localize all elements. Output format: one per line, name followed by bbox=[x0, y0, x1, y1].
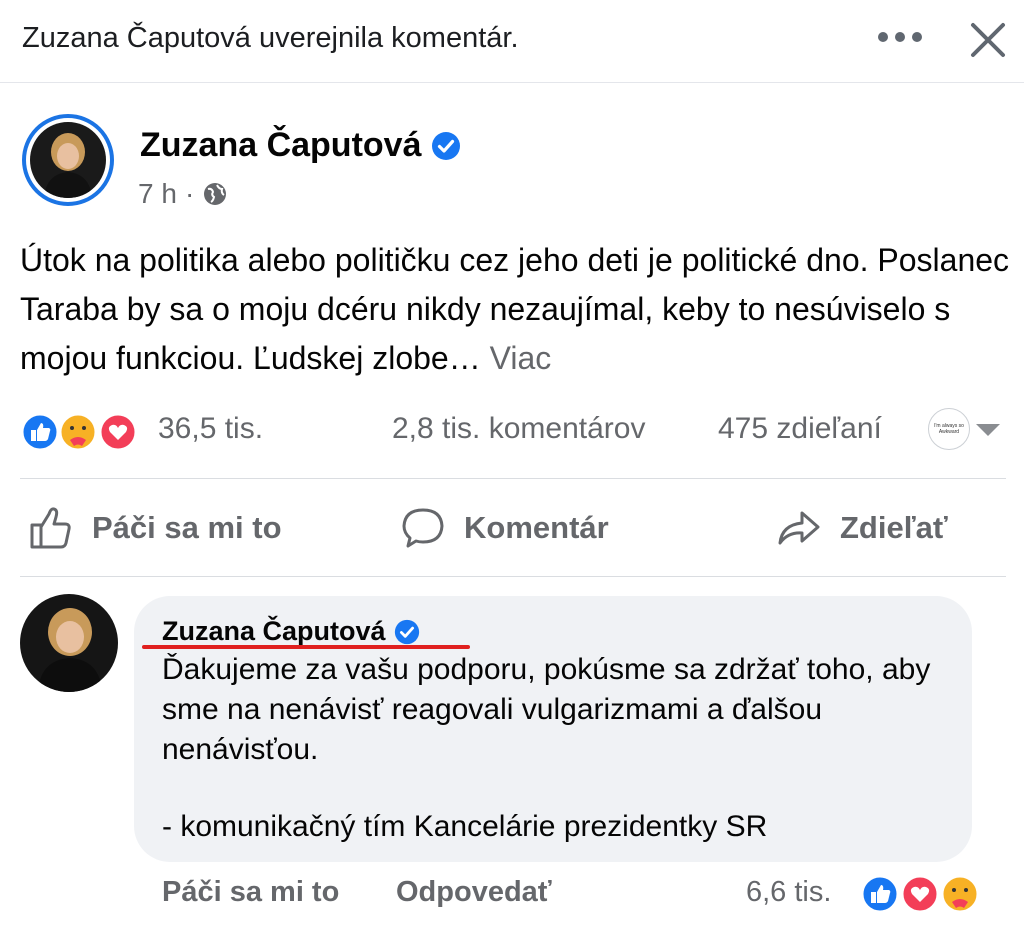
meta-separator: · bbox=[184, 178, 195, 209]
post-author[interactable]: Zuzana Čaputová bbox=[140, 126, 461, 165]
page-title: Zuzana Čaputová uverejnila komentár. bbox=[22, 22, 519, 54]
comment-label: Komentár bbox=[464, 510, 609, 545]
post-meta: 7 h · bbox=[138, 178, 228, 210]
author-avatar[interactable] bbox=[22, 114, 114, 206]
see-more-link[interactable]: Viac bbox=[490, 340, 552, 376]
like-button[interactable]: Páči sa mi to bbox=[28, 500, 282, 556]
comment-author-avatar[interactable] bbox=[20, 594, 118, 692]
post-time[interactable]: 7 h bbox=[138, 178, 177, 210]
comment-text: Ďakujeme za vašu podporu, pokúsme sa zdr… bbox=[162, 653, 931, 766]
avatar-photo bbox=[20, 594, 118, 692]
care-reaction-icon bbox=[58, 412, 98, 452]
comment-reply-button[interactable]: Odpovedať bbox=[396, 876, 552, 909]
comment-reaction-icons[interactable] bbox=[860, 872, 984, 916]
post-body: Útok na politika alebo političku cez jeh… bbox=[20, 236, 1010, 383]
divider bbox=[20, 478, 1006, 479]
verified-badge-icon bbox=[394, 619, 419, 644]
comment-like-button[interactable]: Páči sa mi to bbox=[162, 876, 339, 909]
share-label: Zdieľať bbox=[840, 510, 948, 545]
reactions-count[interactable]: 36,5 tis. bbox=[158, 412, 263, 446]
close-icon[interactable] bbox=[968, 20, 1008, 60]
globe-icon bbox=[204, 183, 227, 205]
author-name[interactable]: Zuzana Čaputová bbox=[140, 126, 421, 165]
chevron-down-icon[interactable] bbox=[976, 424, 1000, 436]
speech-bubble-icon bbox=[402, 508, 444, 548]
comment-button[interactable]: Komentár bbox=[400, 500, 609, 556]
love-reaction-icon bbox=[900, 874, 940, 914]
thumbs-up-icon bbox=[30, 507, 71, 549]
comment-author[interactable]: Zuzana Čaputová bbox=[162, 616, 420, 647]
comment-reactions-count[interactable]: 6,6 tis. bbox=[746, 876, 831, 909]
like-label: Páči sa mi to bbox=[92, 510, 282, 545]
reaction-icons[interactable] bbox=[20, 410, 140, 454]
care-reaction-icon bbox=[940, 874, 980, 914]
avatar-photo bbox=[30, 122, 106, 198]
shares-count[interactable]: 475 zdieľaní bbox=[718, 412, 882, 446]
divider bbox=[20, 576, 1006, 577]
share-button[interactable]: Zdieľať bbox=[776, 500, 948, 556]
verified-badge-icon bbox=[432, 131, 461, 160]
share-arrow-icon bbox=[778, 511, 820, 545]
more-options-icon[interactable] bbox=[878, 30, 922, 44]
like-reaction-icon bbox=[860, 874, 900, 914]
comments-count[interactable]: 2,8 tis. komentárov bbox=[392, 412, 645, 446]
love-reaction-icon bbox=[98, 412, 138, 452]
viewer-avatar[interactable]: I'm always so Awkward bbox=[928, 408, 970, 450]
comment-author-name[interactable]: Zuzana Čaputová bbox=[162, 616, 386, 647]
like-reaction-icon bbox=[20, 412, 60, 452]
comment-signature: - komunikačný tím Kancelárie prezidentky… bbox=[162, 810, 768, 843]
red-underline-annotation bbox=[142, 645, 470, 649]
